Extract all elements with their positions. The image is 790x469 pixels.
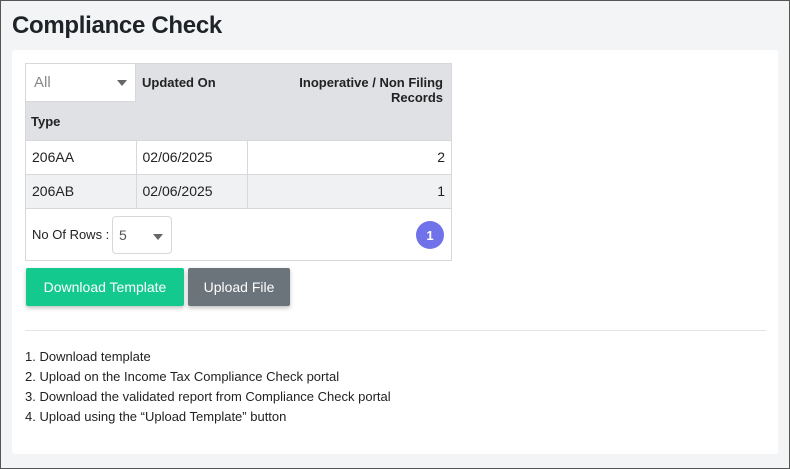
rows-per-page-label: No Of Rows : <box>32 227 110 242</box>
records-column-header[interactable]: Inoperative / Non Filing Records <box>247 64 451 140</box>
row-records-cell: 2 <box>246 139 451 174</box>
download-template-button[interactable]: Download Template <box>26 268 184 306</box>
compliance-table: All Type Updated On Inoperative / Non Fi… <box>25 63 452 261</box>
row-type-cell: 206AA <box>26 139 136 174</box>
pagination-bar: No Of Rows : 5 1 <box>26 208 451 260</box>
instruction-item: 4. Upload using the “Upload Template” bu… <box>25 409 287 424</box>
table-row: 206AB 02/06/2025 1 <box>26 173 451 208</box>
row-records-cell: 1 <box>246 173 451 208</box>
chevron-down-icon <box>153 234 163 240</box>
compliance-card: All Type Updated On Inoperative / Non Fi… <box>12 50 778 454</box>
window-frame: Compliance Check All Type Updated On Ino… <box>0 0 790 469</box>
row-type-cell: 206AB <box>26 173 136 208</box>
type-column-header: All Type <box>26 64 136 140</box>
type-header-label: Type <box>31 114 61 129</box>
instruction-list: 1. Download template 2. Upload on the In… <box>25 347 391 427</box>
instruction-item: 1. Download template <box>25 349 151 364</box>
page-number-button[interactable]: 1 <box>416 221 444 249</box>
upload-file-button[interactable]: Upload File <box>188 268 290 306</box>
rows-per-page-value: 5 <box>119 227 127 243</box>
type-filter-select[interactable]: All <box>26 64 136 102</box>
rows-per-page-select[interactable]: 5 <box>112 216 172 254</box>
table-row: 206AA 02/06/2025 2 <box>26 139 451 174</box>
row-updated-cell: 02/06/2025 <box>135 139 247 174</box>
instruction-item: 3. Download the validated report from Co… <box>25 389 391 404</box>
records-table: All Type Updated On Inoperative / Non Fi… <box>26 64 451 208</box>
table-header-row: All Type Updated On Inoperative / Non Fi… <box>26 64 451 140</box>
type-filter-value: All <box>34 74 51 91</box>
updated-on-column-header[interactable]: Updated On <box>136 64 247 140</box>
section-divider <box>25 330 766 331</box>
row-updated-cell: 02/06/2025 <box>135 173 247 208</box>
page-title: Compliance Check <box>12 12 222 39</box>
chevron-down-icon <box>117 80 127 86</box>
instruction-item: 2. Upload on the Income Tax Compliance C… <box>25 369 340 384</box>
